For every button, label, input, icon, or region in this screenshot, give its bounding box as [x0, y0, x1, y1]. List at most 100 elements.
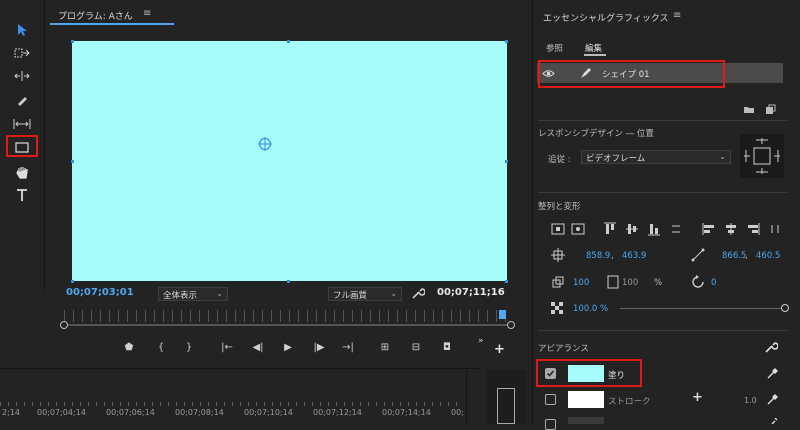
- selection-tool-icon[interactable]: [10, 20, 34, 40]
- scroll-handle-left[interactable]: [60, 321, 68, 329]
- ripple-edit-tool-icon[interactable]: [10, 66, 34, 86]
- program-menu-icon[interactable]: ≡: [143, 8, 151, 19]
- shape-handle-br[interactable]: [505, 280, 508, 283]
- rotation-icon: [692, 275, 704, 288]
- shadow-color-swatch[interactable]: [568, 417, 604, 424]
- opacity-slider-handle[interactable]: [781, 304, 789, 312]
- essential-panel-title: エッセンシャルグラフィックス: [543, 14, 669, 24]
- shape-handle-tc[interactable]: [287, 40, 290, 43]
- align-middle-icon[interactable]: [625, 222, 639, 236]
- pin-edges-icon: [744, 138, 780, 174]
- wrench-icon[interactable]: [411, 286, 425, 300]
- section-divider: [538, 192, 788, 193]
- playhead[interactable]: [499, 310, 506, 319]
- align-center-icon[interactable]: [724, 222, 738, 236]
- align-right-icon[interactable]: [746, 222, 760, 236]
- go-to-out-icon[interactable]: →|: [340, 342, 356, 353]
- quality-value: フル画質: [333, 291, 368, 301]
- shape-handle-mr[interactable]: [505, 160, 508, 163]
- scale-icon: [552, 276, 564, 288]
- add-stroke-icon[interactable]: +: [692, 390, 703, 405]
- align-bottom-icon[interactable]: [647, 222, 661, 236]
- percent-label: %: [654, 278, 663, 288]
- extract-icon[interactable]: ⊟: [408, 342, 424, 353]
- ruler-label: 00;07;04;14: [37, 408, 86, 417]
- link-icon[interactable]: [607, 275, 619, 289]
- ruler-label: 00;07;08;14: [175, 408, 224, 417]
- ruler-label: 00;07;06;14: [106, 408, 155, 417]
- distribute-horizontal-icon[interactable]: [768, 222, 782, 236]
- current-timecode[interactable]: 00;07;03;01: [66, 287, 134, 298]
- slip-tool-icon[interactable]: [10, 114, 34, 134]
- stroke-width-value[interactable]: 1.0: [744, 396, 757, 405]
- program-panel-title: プログラム: Aさん: [58, 12, 133, 22]
- scale-value[interactable]: 100: [573, 278, 589, 288]
- anchor-x-value[interactable]: 866.5: [722, 251, 746, 261]
- time-ruler[interactable]: [64, 310, 512, 322]
- pin-to-dropdown[interactable]: ビデオフレーム ⌄: [581, 150, 731, 164]
- hand-tool-icon[interactable]: [10, 162, 34, 182]
- rotation-value[interactable]: 0: [711, 278, 716, 288]
- stroke-color-swatch[interactable]: [568, 391, 604, 408]
- end-timecode: 00;07;11;16: [437, 287, 505, 298]
- align-horizontal-center-icon[interactable]: [571, 223, 585, 235]
- eyedropper-icon[interactable]: [766, 367, 779, 380]
- shape-handle-bl[interactable]: [71, 280, 74, 283]
- scrollbar-track[interactable]: [64, 324, 512, 326]
- step-back-icon[interactable]: ◀|: [250, 342, 266, 353]
- ruler-label: 00;07;10;14: [244, 408, 293, 417]
- position-y-value[interactable]: 463.9: [622, 251, 646, 261]
- lift-icon[interactable]: ⊞: [377, 342, 393, 353]
- pin-widget[interactable]: [740, 134, 784, 178]
- position-x-value[interactable]: 858.9: [586, 251, 610, 261]
- eyedropper-icon[interactable]: [766, 418, 779, 424]
- anchor-y-value[interactable]: 460.5: [756, 251, 780, 261]
- stroke-checkbox[interactable]: [545, 394, 556, 405]
- comma-separator: ,: [745, 251, 748, 261]
- section-divider: [538, 120, 788, 121]
- shape-handle-tr[interactable]: [505, 40, 508, 43]
- chevron-down-icon: ⌄: [719, 152, 726, 161]
- align-transform-label: 整列と変形: [538, 202, 581, 212]
- scroll-handle-right[interactable]: [507, 321, 515, 329]
- new-layer-icon[interactable]: [765, 104, 776, 115]
- shape-handle-bc[interactable]: [287, 280, 290, 283]
- go-to-in-icon[interactable]: |←: [219, 342, 235, 353]
- play-icon[interactable]: ▶: [280, 342, 296, 353]
- eyedropper-icon[interactable]: [766, 393, 779, 406]
- shadow-checkbox[interactable]: [545, 419, 556, 430]
- wrench-icon[interactable]: [764, 340, 778, 354]
- tab-edit[interactable]: 編集: [585, 42, 602, 54]
- razor-tool-icon[interactable]: [10, 90, 34, 110]
- audio-meter-icon: [497, 388, 515, 424]
- zoom-dropdown[interactable]: 全体表示 ⌄: [158, 287, 228, 301]
- folder-icon[interactable]: [743, 105, 755, 114]
- anchor-point-icon[interactable]: [258, 137, 272, 151]
- mark-in-icon[interactable]: {: [153, 342, 169, 353]
- shape-handle-ml[interactable]: [71, 160, 74, 163]
- more-controls-icon[interactable]: »: [478, 336, 484, 346]
- align-left-icon[interactable]: [702, 222, 716, 236]
- add-marker-icon[interactable]: ⬟: [121, 342, 137, 353]
- type-tool-icon[interactable]: [10, 185, 34, 205]
- ruler-label: 00;: [451, 408, 464, 417]
- mark-out-icon[interactable]: }: [181, 342, 197, 353]
- align-vertical-center-icon[interactable]: [551, 223, 565, 235]
- video-frame[interactable]: [72, 41, 507, 281]
- step-forward-icon[interactable]: |▶: [311, 342, 327, 353]
- export-frame-icon[interactable]: ◘: [439, 342, 455, 353]
- opacity-value[interactable]: 100.0 %: [573, 304, 608, 314]
- track-select-tool-icon[interactable]: [10, 43, 34, 63]
- essential-menu-icon[interactable]: ≡: [673, 10, 681, 21]
- add-button-icon[interactable]: +: [494, 342, 505, 357]
- quality-dropdown[interactable]: フル画質 ⌄: [328, 287, 402, 301]
- distribute-vertical-icon[interactable]: [669, 222, 683, 236]
- tab-browse[interactable]: 参照: [546, 42, 563, 54]
- shape-handle-tl[interactable]: [71, 40, 74, 43]
- tools-panel: [0, 0, 45, 290]
- appearance-label: アピアランス: [538, 344, 589, 354]
- align-top-icon[interactable]: [603, 222, 617, 236]
- opacity-slider-track[interactable]: [620, 308, 788, 309]
- zoom-value: 全体表示: [163, 291, 198, 301]
- stroke-label: ストローク: [608, 397, 651, 407]
